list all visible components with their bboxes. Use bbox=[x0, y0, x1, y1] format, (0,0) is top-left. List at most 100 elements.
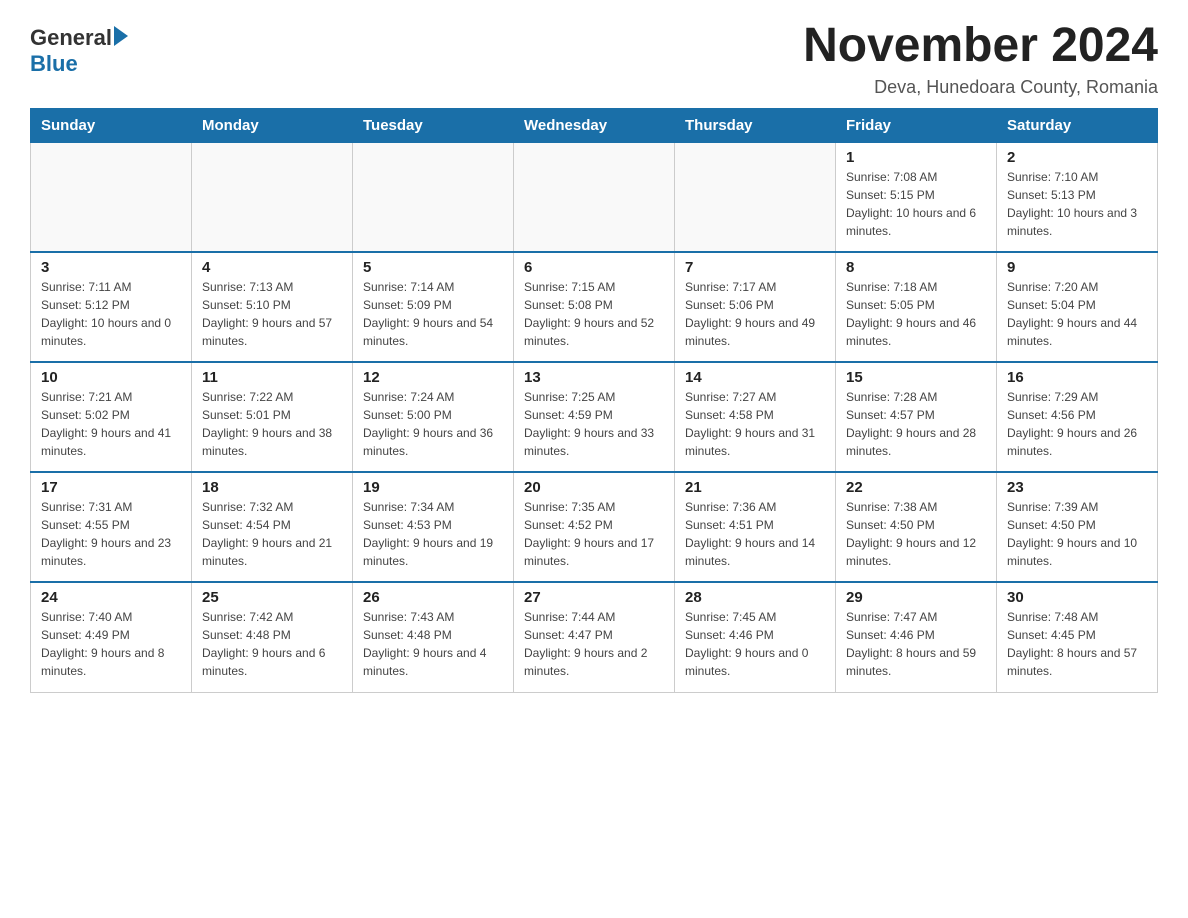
day-number: 20 bbox=[524, 479, 664, 496]
day-number: 2 bbox=[1007, 149, 1147, 166]
day-info: Sunrise: 7:31 AM Sunset: 4:55 PM Dayligh… bbox=[41, 498, 181, 570]
day-number: 28 bbox=[685, 589, 825, 606]
day-number: 9 bbox=[1007, 259, 1147, 276]
calendar-cell: 22 Sunrise: 7:38 AM Sunset: 4:50 PM Dayli… bbox=[836, 472, 997, 582]
day-info: Sunrise: 7:32 AM Sunset: 4:54 PM Dayligh… bbox=[202, 498, 342, 570]
week-row-4: 17 Sunrise: 7:31 AM Sunset: 4:55 PM Dayli… bbox=[31, 472, 1158, 582]
day-number: 29 bbox=[846, 589, 986, 606]
day-number: 27 bbox=[524, 589, 664, 606]
day-number: 10 bbox=[41, 369, 181, 386]
day-info: Sunrise: 7:28 AM Sunset: 4:57 PM Dayligh… bbox=[846, 388, 986, 460]
calendar-cell: 2Sunrise: 7:10 AM Sunset: 5:13 PM Daylig… bbox=[997, 142, 1158, 252]
calendar-cell: 20 Sunrise: 7:35 AM Sunset: 4:52 PM Dayli… bbox=[514, 472, 675, 582]
day-number: 21 bbox=[685, 479, 825, 496]
header-friday: Friday bbox=[836, 108, 997, 142]
day-info: Sunrise: 7:27 AM Sunset: 4:58 PM Dayligh… bbox=[685, 388, 825, 460]
day-number: 4 bbox=[202, 259, 342, 276]
calendar-cell: 5Sunrise: 7:14 AM Sunset: 5:09 PM Daylig… bbox=[353, 252, 514, 362]
calendar-header-row: SundayMondayTuesdayWednesdayThursdayFrid… bbox=[31, 108, 1158, 142]
day-info: Sunrise: 7:44 AM Sunset: 4:47 PM Dayligh… bbox=[524, 608, 664, 680]
calendar-cell: 26 Sunrise: 7:43 AM Sunset: 4:48 PM Dayli… bbox=[353, 582, 514, 692]
day-number: 18 bbox=[202, 479, 342, 496]
day-info: Sunrise: 7:35 AM Sunset: 4:52 PM Dayligh… bbox=[524, 498, 664, 570]
header-monday: Monday bbox=[192, 108, 353, 142]
header-saturday: Saturday bbox=[997, 108, 1158, 142]
header-tuesday: Tuesday bbox=[353, 108, 514, 142]
calendar-cell: 4 Sunrise: 7:13 AM Sunset: 5:10 PM Daylig… bbox=[192, 252, 353, 362]
calendar-cell: 28 Sunrise: 7:45 AM Sunset: 4:46 PM Dayli… bbox=[675, 582, 836, 692]
day-number: 17 bbox=[41, 479, 181, 496]
calendar-table: SundayMondayTuesdayWednesdayThursdayFrid… bbox=[30, 108, 1158, 693]
calendar-cell: 19 Sunrise: 7:34 AM Sunset: 4:53 PM Dayli… bbox=[353, 472, 514, 582]
day-info: Sunrise: 7:18 AM Sunset: 5:05 PM Dayligh… bbox=[846, 278, 986, 350]
calendar-cell: 16Sunrise: 7:29 AM Sunset: 4:56 PM Dayli… bbox=[997, 362, 1158, 472]
day-number: 25 bbox=[202, 589, 342, 606]
day-info: Sunrise: 7:20 AM Sunset: 5:04 PM Dayligh… bbox=[1007, 278, 1147, 350]
day-number: 12 bbox=[363, 369, 503, 386]
calendar-cell: 15 Sunrise: 7:28 AM Sunset: 4:57 PM Dayli… bbox=[836, 362, 997, 472]
day-number: 7 bbox=[685, 259, 825, 276]
logo-blue-text: Blue bbox=[30, 51, 78, 77]
header: General Blue November 2024 Deva, Hunedoa… bbox=[30, 20, 1158, 98]
week-row-5: 24Sunrise: 7:40 AM Sunset: 4:49 PM Dayli… bbox=[31, 582, 1158, 692]
week-row-3: 10 Sunrise: 7:21 AM Sunset: 5:02 PM Dayli… bbox=[31, 362, 1158, 472]
day-number: 24 bbox=[41, 589, 181, 606]
calendar-cell: 27 Sunrise: 7:44 AM Sunset: 4:47 PM Dayli… bbox=[514, 582, 675, 692]
day-number: 14 bbox=[685, 369, 825, 386]
calendar-cell: 7 Sunrise: 7:17 AM Sunset: 5:06 PM Daylig… bbox=[675, 252, 836, 362]
calendar-cell: 25Sunrise: 7:42 AM Sunset: 4:48 PM Dayli… bbox=[192, 582, 353, 692]
day-number: 6 bbox=[524, 259, 664, 276]
day-number: 22 bbox=[846, 479, 986, 496]
logo-general-text: General bbox=[30, 25, 112, 51]
day-number: 11 bbox=[202, 369, 342, 386]
calendar-cell: 11 Sunrise: 7:22 AM Sunset: 5:01 PM Dayli… bbox=[192, 362, 353, 472]
day-info: Sunrise: 7:39 AM Sunset: 4:50 PM Dayligh… bbox=[1007, 498, 1147, 570]
calendar-subtitle: Deva, Hunedoara County, Romania bbox=[803, 77, 1158, 98]
calendar-cell: 1Sunrise: 7:08 AM Sunset: 5:15 PM Daylig… bbox=[836, 142, 997, 252]
calendar-cell bbox=[353, 142, 514, 252]
logo: General Blue bbox=[30, 20, 128, 77]
calendar-cell: 12Sunrise: 7:24 AM Sunset: 5:00 PM Dayli… bbox=[353, 362, 514, 472]
calendar-cell: 21 Sunrise: 7:36 AM Sunset: 4:51 PM Dayli… bbox=[675, 472, 836, 582]
logo-top-line: General bbox=[30, 20, 128, 51]
day-info: Sunrise: 7:11 AM Sunset: 5:12 PM Dayligh… bbox=[41, 278, 181, 350]
calendar-cell bbox=[514, 142, 675, 252]
calendar-cell: 30Sunrise: 7:48 AM Sunset: 4:45 PM Dayli… bbox=[997, 582, 1158, 692]
day-info: Sunrise: 7:36 AM Sunset: 4:51 PM Dayligh… bbox=[685, 498, 825, 570]
day-info: Sunrise: 7:38 AM Sunset: 4:50 PM Dayligh… bbox=[846, 498, 986, 570]
header-sunday: Sunday bbox=[31, 108, 192, 142]
day-number: 30 bbox=[1007, 589, 1147, 606]
day-number: 13 bbox=[524, 369, 664, 386]
day-info: Sunrise: 7:34 AM Sunset: 4:53 PM Dayligh… bbox=[363, 498, 503, 570]
logo-arrow-icon bbox=[114, 26, 128, 46]
day-info: Sunrise: 7:17 AM Sunset: 5:06 PM Dayligh… bbox=[685, 278, 825, 350]
day-info: Sunrise: 7:15 AM Sunset: 5:08 PM Dayligh… bbox=[524, 278, 664, 350]
day-number: 19 bbox=[363, 479, 503, 496]
calendar-cell bbox=[31, 142, 192, 252]
calendar-cell: 10 Sunrise: 7:21 AM Sunset: 5:02 PM Dayli… bbox=[31, 362, 192, 472]
day-info: Sunrise: 7:22 AM Sunset: 5:01 PM Dayligh… bbox=[202, 388, 342, 460]
day-number: 3 bbox=[41, 259, 181, 276]
day-info: Sunrise: 7:13 AM Sunset: 5:10 PM Dayligh… bbox=[202, 278, 342, 350]
header-thursday: Thursday bbox=[675, 108, 836, 142]
week-row-1: 1Sunrise: 7:08 AM Sunset: 5:15 PM Daylig… bbox=[31, 142, 1158, 252]
calendar-cell: 8 Sunrise: 7:18 AM Sunset: 5:05 PM Daylig… bbox=[836, 252, 997, 362]
day-number: 8 bbox=[846, 259, 986, 276]
calendar-cell: 29 Sunrise: 7:47 AM Sunset: 4:46 PM Dayli… bbox=[836, 582, 997, 692]
day-number: 26 bbox=[363, 589, 503, 606]
day-info: Sunrise: 7:47 AM Sunset: 4:46 PM Dayligh… bbox=[846, 608, 986, 680]
day-number: 15 bbox=[846, 369, 986, 386]
calendar-cell: 13 Sunrise: 7:25 AM Sunset: 4:59 PM Dayli… bbox=[514, 362, 675, 472]
day-info: Sunrise: 7:45 AM Sunset: 4:46 PM Dayligh… bbox=[685, 608, 825, 680]
day-info: Sunrise: 7:21 AM Sunset: 5:02 PM Dayligh… bbox=[41, 388, 181, 460]
calendar-cell: 6 Sunrise: 7:15 AM Sunset: 5:08 PM Daylig… bbox=[514, 252, 675, 362]
calendar-cell: 3 Sunrise: 7:11 AM Sunset: 5:12 PM Daylig… bbox=[31, 252, 192, 362]
calendar-cell: 24Sunrise: 7:40 AM Sunset: 4:49 PM Dayli… bbox=[31, 582, 192, 692]
day-number: 16 bbox=[1007, 369, 1147, 386]
day-info: Sunrise: 7:43 AM Sunset: 4:48 PM Dayligh… bbox=[363, 608, 503, 680]
calendar-cell: 23Sunrise: 7:39 AM Sunset: 4:50 PM Dayli… bbox=[997, 472, 1158, 582]
day-info: Sunrise: 7:25 AM Sunset: 4:59 PM Dayligh… bbox=[524, 388, 664, 460]
week-row-2: 3 Sunrise: 7:11 AM Sunset: 5:12 PM Daylig… bbox=[31, 252, 1158, 362]
day-number: 1 bbox=[846, 149, 986, 166]
calendar-title: November 2024 bbox=[803, 20, 1158, 73]
